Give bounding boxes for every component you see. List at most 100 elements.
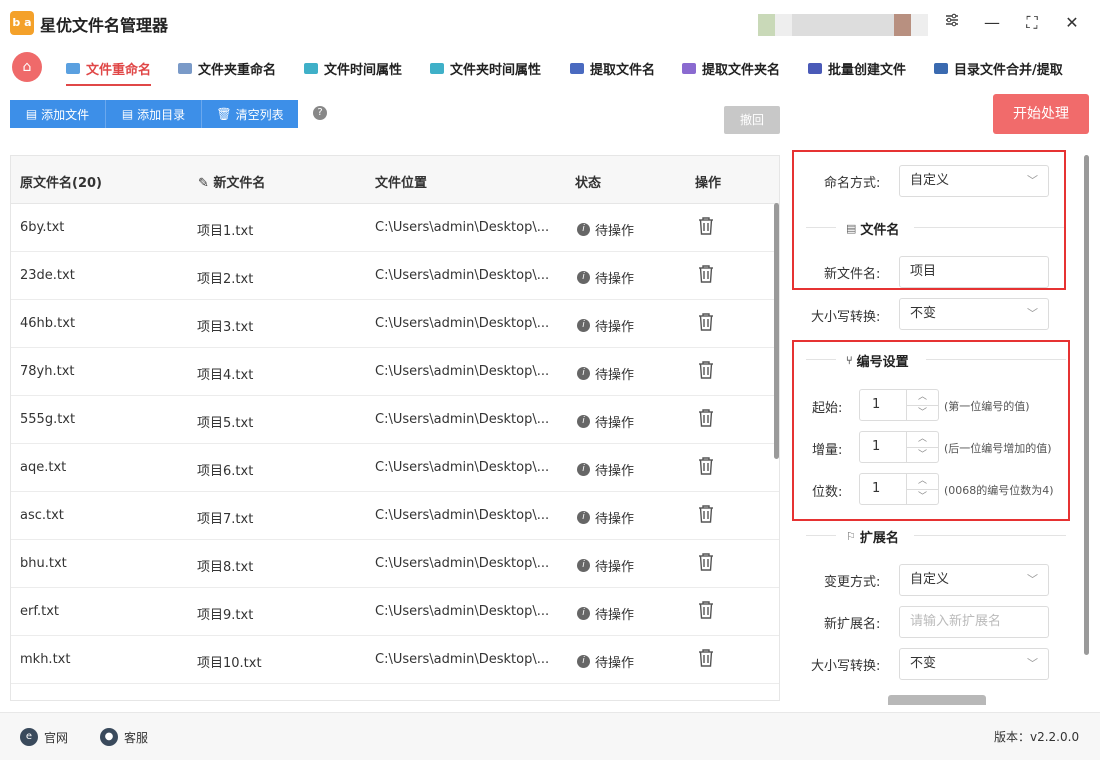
- ext-mode-select[interactable]: 自定义 ﹀: [899, 564, 1049, 596]
- table-row[interactable]: erf.txt 项目9.txt C:\Users\admin\Desktop\...…: [11, 588, 779, 636]
- panel-scrollbar[interactable]: [1084, 155, 1089, 655]
- cell-original-name: asc.txt: [20, 508, 64, 523]
- case-label: 大小写转换:: [811, 310, 881, 325]
- table-row[interactable]: 555g.txt 项目5.txt C:\Users\admin\Desktop\..…: [11, 396, 779, 444]
- tab-file-time[interactable]: 文件时间属性: [304, 56, 402, 80]
- cell-status: i 待操作: [577, 316, 634, 335]
- clear-list-button[interactable]: 🗑 清空列表: [202, 100, 298, 128]
- table-row[interactable]: asc.txt 项目7.txt C:\Users\admin\Desktop\...…: [11, 492, 779, 540]
- header-original-name: 原文件名(20): [20, 176, 102, 191]
- delete-trash-icon[interactable]: [697, 648, 715, 668]
- cell-location: C:\Users\admin\Desktop\...: [375, 268, 550, 283]
- table-row-partial: [11, 684, 779, 700]
- header-new-name: ✎ 新文件名: [198, 176, 266, 191]
- tab-dir-merge[interactable]: 目录文件合并/提取: [934, 56, 1063, 80]
- undo-button[interactable]: 撤回: [724, 106, 780, 134]
- info-icon: i: [577, 607, 590, 620]
- add-directory-button[interactable]: ▤ 添加目录: [106, 100, 202, 128]
- cell-status: i 待操作: [577, 220, 634, 239]
- tab-folder-rename[interactable]: 文件夹重命名: [178, 56, 276, 80]
- cell-new-name: 项目2.txt: [197, 272, 254, 287]
- table-header: 原文件名(20) ✎ 新文件名 文件位置 状态 操作: [11, 156, 779, 204]
- settings-sliders-icon[interactable]: [941, 12, 963, 34]
- cell-status: i 待操作: [577, 508, 634, 527]
- chat-icon: ●: [100, 728, 118, 746]
- cell-new-name: 项目1.txt: [197, 224, 254, 239]
- tab-extract-foldername[interactable]: 提取文件夹名: [682, 56, 780, 80]
- info-icon: i: [577, 319, 590, 332]
- folder-rename-icon: [178, 62, 192, 74]
- ext-case-select[interactable]: 不变 ﹀: [899, 648, 1049, 680]
- home-icon[interactable]: ⌂: [12, 52, 42, 82]
- table-scrollbar[interactable]: [774, 203, 779, 459]
- cell-new-name: 项目5.txt: [197, 416, 254, 431]
- cell-original-name: 555g.txt: [20, 412, 76, 427]
- case-select[interactable]: 不变 ﹀: [899, 298, 1049, 330]
- info-icon: i: [577, 511, 590, 524]
- file-rename-icon: [66, 62, 80, 74]
- cell-location: C:\Users\admin\Desktop\...: [375, 220, 550, 235]
- info-icon: i: [577, 655, 590, 668]
- maximize-button[interactable]: ⛶: [1021, 12, 1043, 34]
- minimize-button[interactable]: —: [981, 12, 1003, 34]
- cell-original-name: 23de.txt: [20, 268, 75, 283]
- cell-new-name: 项目9.txt: [197, 608, 254, 623]
- delete-trash-icon[interactable]: [697, 312, 715, 332]
- info-icon: i: [577, 559, 590, 572]
- table-row[interactable]: 23de.txt 项目2.txt C:\Users\admin\Desktop\..…: [11, 252, 779, 300]
- footer: [0, 712, 1100, 760]
- divider: [914, 535, 1066, 536]
- chevron-down-icon: ﹀: [1027, 573, 1038, 586]
- table-row[interactable]: 46hb.txt 项目3.txt C:\Users\admin\Desktop\..…: [11, 300, 779, 348]
- cell-location: C:\Users\admin\Desktop\...: [375, 316, 550, 331]
- new-ext-input[interactable]: 请输入新扩展名: [899, 606, 1049, 638]
- trash-icon: 🗑: [216, 107, 232, 121]
- extension-section-title: ⚐ 扩展名: [846, 530, 899, 546]
- tab-batch-create[interactable]: 批量创建文件: [808, 56, 906, 80]
- cell-new-name: 项目3.txt: [197, 320, 254, 335]
- chevron-down-icon: ﹀: [1027, 307, 1038, 320]
- delete-trash-icon[interactable]: [697, 360, 715, 380]
- delete-trash-icon[interactable]: [697, 456, 715, 476]
- table-row[interactable]: aqe.txt 项目6.txt C:\Users\admin\Desktop\...…: [11, 444, 779, 492]
- header-location: 文件位置: [375, 176, 428, 191]
- info-icon: i: [577, 367, 590, 380]
- table-row[interactable]: 78yh.txt 项目4.txt C:\Users\admin\Desktop\..…: [11, 348, 779, 396]
- help-icon[interactable]: ?: [313, 106, 327, 120]
- info-icon: i: [577, 271, 590, 284]
- cell-location: C:\Users\admin\Desktop\...: [375, 508, 550, 523]
- info-icon: i: [577, 415, 590, 428]
- add-file-button[interactable]: ▤ 添加文件: [10, 100, 106, 128]
- delete-trash-icon[interactable]: [697, 216, 715, 236]
- panel-button-partial[interactable]: [888, 695, 986, 705]
- tab-file-rename[interactable]: 文件重命名: [66, 56, 152, 86]
- start-process-button[interactable]: 开始处理: [993, 94, 1089, 134]
- cell-location: C:\Users\admin\Desktop\...: [375, 412, 550, 427]
- customer-service-link[interactable]: ● 客服: [100, 728, 148, 746]
- highlight-box-numbering: [792, 340, 1070, 521]
- tab-folder-time[interactable]: 文件夹时间属性: [430, 56, 541, 80]
- delete-trash-icon[interactable]: [697, 600, 715, 620]
- tab-extract-filename[interactable]: 提取文件名: [570, 56, 655, 80]
- batch-create-icon: [808, 62, 822, 74]
- globe-icon: e: [20, 728, 38, 746]
- delete-trash-icon[interactable]: [697, 408, 715, 428]
- edit-icon: ✎: [198, 176, 214, 191]
- close-button[interactable]: ✕: [1061, 12, 1083, 34]
- cell-status: i 待操作: [577, 364, 634, 383]
- table-row[interactable]: 6by.txt 项目1.txt C:\Users\admin\Desktop\...…: [11, 204, 779, 252]
- chevron-down-icon: ﹀: [1027, 657, 1038, 670]
- ext-case-label: 大小写转换:: [811, 659, 881, 674]
- table-row[interactable]: mkh.txt 项目10.txt C:\Users\admin\Desktop\..…: [11, 636, 779, 684]
- delete-trash-icon[interactable]: [697, 504, 715, 524]
- cell-location: C:\Users\admin\Desktop\...: [375, 652, 550, 667]
- info-icon: i: [577, 223, 590, 236]
- cell-original-name: bhu.txt: [20, 556, 67, 571]
- delete-trash-icon[interactable]: [697, 264, 715, 284]
- cell-original-name: aqe.txt: [20, 460, 67, 475]
- table-row[interactable]: bhu.txt 项目8.txt C:\Users\admin\Desktop\...…: [11, 540, 779, 588]
- delete-trash-icon[interactable]: [697, 552, 715, 572]
- website-link[interactable]: e 官网: [20, 728, 68, 746]
- new-ext-label: 新扩展名:: [824, 617, 881, 632]
- cell-location: C:\Users\admin\Desktop\...: [375, 556, 550, 571]
